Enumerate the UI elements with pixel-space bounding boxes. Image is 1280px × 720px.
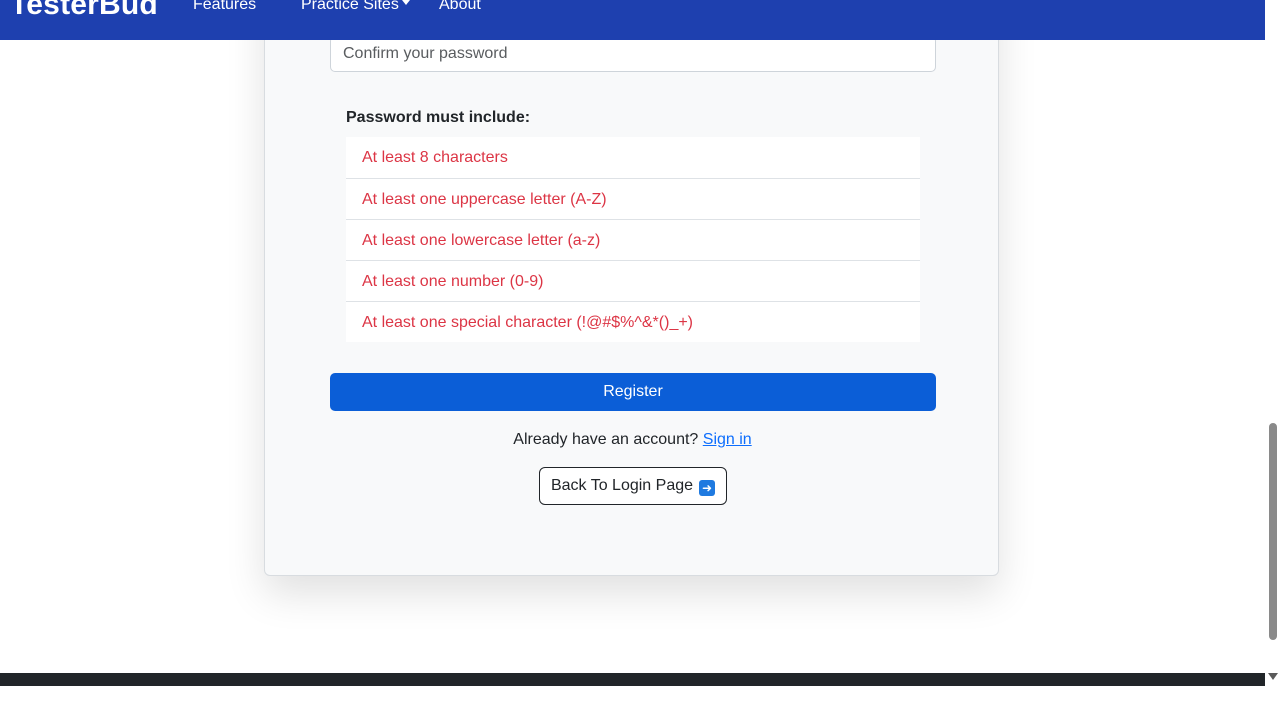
requirement-lowercase: At least one lowercase letter (a-z) [346, 219, 920, 260]
right-arrow-icon: ➜ [699, 479, 716, 496]
requirement-uppercase: At least one uppercase letter (A-Z) [346, 178, 920, 219]
vertical-scrollbar[interactable] [1265, 0, 1280, 686]
nav-link-features[interactable]: Features [193, 0, 256, 14]
nav-link-about[interactable]: About [439, 0, 481, 14]
signin-prompt-line: Already have an account? Sign in [265, 431, 1000, 449]
caret-down-icon [401, 0, 410, 5]
footer [0, 673, 1265, 686]
confirm-password-input[interactable] [330, 36, 936, 72]
brand-logo[interactable]: TesterBud [10, 0, 158, 22]
page: TesterBud Features Practice Sites About … [0, 0, 1280, 720]
nav-dropdown-label: Practice Sites [301, 0, 399, 13]
back-to-login-button[interactable]: Back To Login Page ➜ [539, 467, 727, 505]
scroll-down-arrow-icon[interactable] [1268, 673, 1278, 680]
signin-prompt-text: Already have an account? [513, 431, 699, 448]
nav-dropdown-practice-sites[interactable]: Practice Sites [301, 0, 410, 14]
requirement-number: At least one number (0-9) [346, 260, 920, 301]
password-requirements-title: Password must include: [346, 109, 531, 126]
top-navbar: TesterBud Features Practice Sites About [0, 0, 1265, 40]
requirement-min-length: At least 8 characters [362, 149, 508, 166]
scrollbar-thumb[interactable] [1269, 423, 1277, 640]
back-to-login-label: Back To Login Page [550, 476, 694, 494]
requirement-special-character: At least one special character (!@#$%^&*… [346, 301, 920, 342]
signin-link[interactable]: Sign in [703, 431, 752, 448]
password-requirements-list: At least 8 characters At least one upper… [346, 137, 920, 342]
register-button[interactable]: Register [330, 373, 936, 411]
register-card: Password must include: At least 8 charac… [264, 0, 999, 576]
